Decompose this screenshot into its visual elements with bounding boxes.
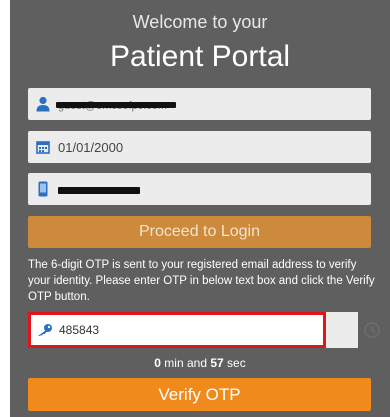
welcome-text: Welcome to your	[132, 12, 268, 32]
user-icon	[28, 96, 58, 112]
phone-field[interactable]	[28, 173, 371, 205]
mobile-phone-icon	[28, 181, 58, 197]
email-value: guest@emcsofpc.com	[56, 97, 176, 112]
otp-input-group: 485843	[28, 312, 358, 348]
otp-value: 485843	[59, 323, 100, 337]
phone-value	[58, 182, 140, 197]
timer-minutes-label: min and	[164, 356, 207, 370]
otp-timer: 0 min and 57 sec	[10, 356, 390, 370]
otp-instructions: The 6-digit OTP is sent to your register…	[28, 259, 375, 303]
timer-minutes: 0	[154, 356, 161, 370]
dob-value: 01/01/2000	[58, 139, 124, 155]
dob-field[interactable]: 01/01/2000	[28, 131, 371, 163]
email-field[interactable]: guest@emcsofpc.com	[28, 88, 371, 120]
login-panel: Welcome to your Patient Portal guest@emc…	[10, 0, 390, 417]
timer-seconds-label: sec	[227, 356, 246, 370]
key-icon	[31, 323, 59, 337]
page-title: Patient Portal	[109, 40, 291, 73]
verify-otp-button[interactable]: Verify OTP	[28, 378, 371, 411]
timer-seconds: 57	[210, 356, 224, 370]
otp-input[interactable]: 485843	[28, 312, 326, 348]
refresh-icon[interactable]	[360, 318, 384, 342]
proceed-to-login-button[interactable]: Proceed to Login	[28, 216, 371, 248]
calendar-icon	[28, 140, 58, 154]
